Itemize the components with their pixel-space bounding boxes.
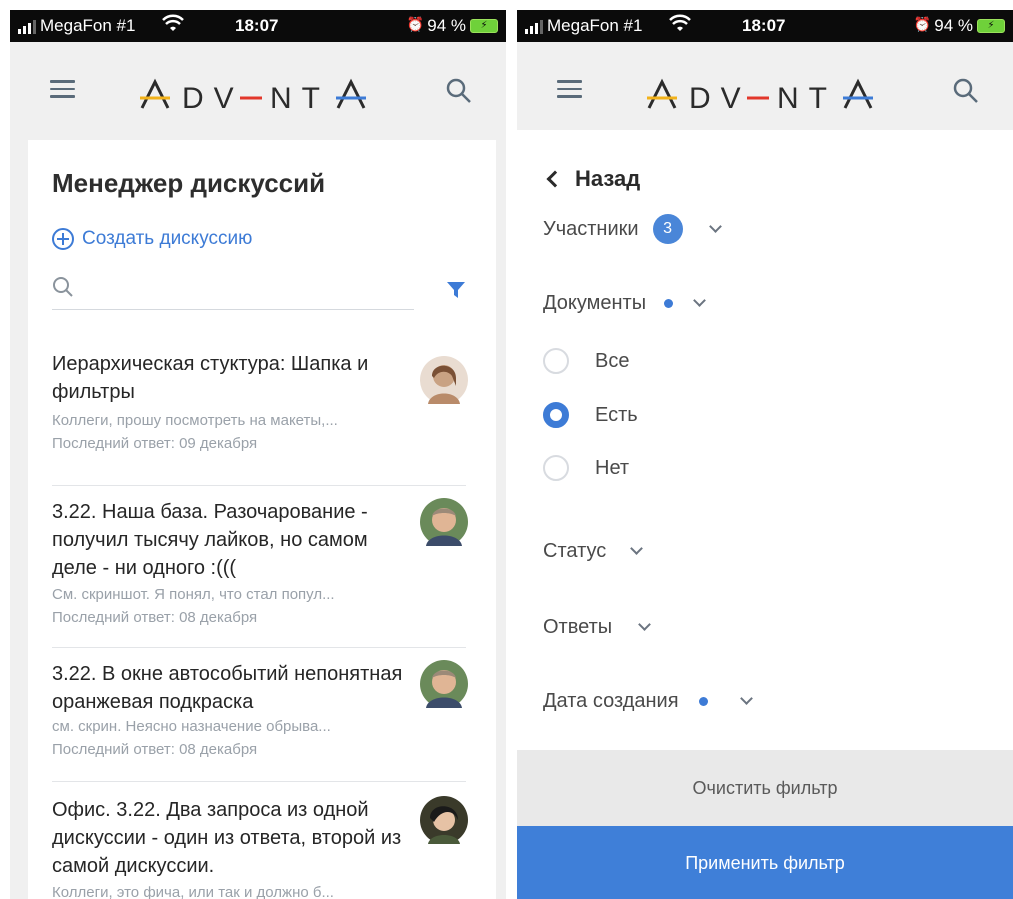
signal-icon (18, 20, 36, 34)
filter-participants-label: Участники (543, 217, 639, 240)
page-title: Менеджер дискуссий (52, 168, 326, 198)
filter-participants[interactable]: Участники 3 (543, 214, 722, 244)
carrier-name: MegaFon #1 (547, 16, 643, 35)
advanta-logo: DV NT (140, 78, 380, 120)
list-item[interactable]: Офис. 3.22. Два запроса из одной дискусс… (52, 782, 468, 899)
discussion-manager-screen: MegaFon #1 18:07 ⏰ 94 % ⚡ DV NT Менеджер… (10, 10, 506, 899)
chevron-down-icon (630, 542, 644, 555)
search-icon[interactable] (953, 78, 979, 104)
list-item[interactable]: 3.22. Наша база. Разочарование - получил… (52, 486, 468, 648)
app-header: DV NT (10, 42, 506, 130)
battery-icon: ⚡ (470, 19, 498, 33)
create-discussion-label: Создать дискуссию (82, 228, 253, 249)
menu-icon[interactable] (50, 80, 75, 98)
battery-icon: ⚡ (977, 19, 1005, 33)
avatar (420, 660, 468, 708)
last-reply: Последний ответ: 09 декабря (52, 435, 258, 452)
radio-documents-no[interactable]: Нет (543, 455, 629, 481)
discussion-title: 3.22. В окне автособытий непонятная оран… (52, 663, 403, 713)
back-button[interactable]: Назад (545, 166, 640, 192)
filter-icon[interactable] (446, 280, 466, 300)
svg-text:NT: NT (270, 82, 330, 112)
filter-answers[interactable]: Ответы (543, 616, 651, 639)
avatar (420, 796, 468, 844)
wifi-icon (669, 14, 691, 39)
active-dot-icon (698, 697, 708, 706)
radio-circle (543, 455, 569, 481)
filter-documents[interactable]: Документы (543, 292, 706, 315)
participants-count-badge: 3 (652, 214, 683, 244)
radio-documents-yes[interactable]: Есть (543, 402, 638, 428)
radio-circle-selected (543, 402, 569, 428)
discussion-snippet: См. скриншот. Я понял, что стал попул... (52, 586, 335, 603)
avatar (420, 498, 468, 546)
app-header: DV NT (517, 42, 1013, 130)
chevron-down-icon (693, 294, 706, 307)
radio-label: Есть (595, 403, 638, 426)
filter-answers-label: Ответы (543, 616, 613, 638)
carrier-name: MegaFon #1 (40, 16, 136, 35)
clock: 18:07 (742, 16, 786, 35)
battery-percent: 94 % (934, 16, 973, 35)
filter-documents-label: Документы (543, 292, 647, 314)
filter-status-label: Статус (543, 540, 607, 562)
status-bar: MegaFon #1 18:07 ⏰ 94 % ⚡ (10, 10, 506, 42)
last-reply: Последний ответ: 08 декабря (52, 609, 258, 626)
back-label: Назад (575, 166, 641, 191)
signal-icon (525, 20, 543, 34)
filter-created-date[interactable]: Дата создания (543, 690, 753, 713)
filter-created-label: Дата создания (543, 690, 679, 712)
radio-label: Все (595, 349, 630, 372)
clear-filter-button[interactable]: Очистить фильтр (517, 750, 1013, 826)
apply-filter-button[interactable]: Применить фильтр (517, 826, 1013, 899)
chevron-left-icon (546, 170, 564, 188)
radio-circle (543, 348, 569, 374)
last-reply: Последний ответ: 08 декабря (52, 741, 258, 758)
list-item[interactable]: 3.22. В окне автособытий непонятная оран… (52, 648, 468, 782)
search-icon[interactable] (446, 78, 472, 104)
menu-icon[interactable] (557, 80, 582, 98)
active-dot-icon (664, 299, 674, 308)
radio-label: Нет (595, 456, 630, 479)
chevron-down-icon (708, 219, 722, 233)
search-field-icon (53, 277, 73, 297)
battery-percent: 94 % (427, 16, 466, 35)
chevron-down-icon (739, 692, 753, 705)
discussion-snippet: Коллеги, это фича, или так и должно б... (52, 884, 334, 899)
filter-status[interactable]: Статус (543, 540, 644, 563)
svg-text:DV: DV (689, 82, 751, 112)
chevron-down-icon (638, 618, 651, 631)
discussion-title: Офис. 3.22. Два запроса из одной дискусс… (52, 799, 402, 877)
svg-text:DV: DV (182, 82, 244, 112)
status-bar: MegaFon #1 18:07 ⏰ 94 % ⚡ (517, 10, 1013, 42)
alarm-icon: ⏰ (406, 16, 424, 32)
discussion-title: 3.22. Наша база. Разочарование - получил… (52, 501, 368, 579)
radio-documents-all[interactable]: Все (543, 348, 629, 374)
clock: 18:07 (235, 16, 279, 35)
alarm-icon: ⏰ (913, 16, 931, 32)
advanta-logo: DV NT (647, 78, 887, 120)
wifi-icon (162, 14, 184, 39)
avatar (420, 356, 468, 404)
create-discussion-link[interactable]: Создать дискуссию (52, 228, 252, 250)
search-input[interactable] (52, 270, 414, 310)
list-item[interactable]: Иерархическая стуктура: Шапка и фильтры … (52, 350, 468, 486)
discussion-title: Иерархическая стуктура: Шапка и фильтры (52, 353, 369, 403)
discussions-card: Менеджер дискуссий Создать дискуссию Иер… (28, 140, 496, 899)
plus-circle-icon (52, 228, 74, 250)
svg-text:NT: NT (777, 82, 837, 112)
discussion-snippet: Коллеги, прошу посмотреть на макеты,... (52, 412, 338, 429)
discussion-snippet: см. скрин. Неясно назначение обрыва... (52, 718, 331, 735)
filter-screen: MegaFon #1 18:07 ⏰ 94 % ⚡ DV NT Назад Уч… (517, 10, 1013, 899)
